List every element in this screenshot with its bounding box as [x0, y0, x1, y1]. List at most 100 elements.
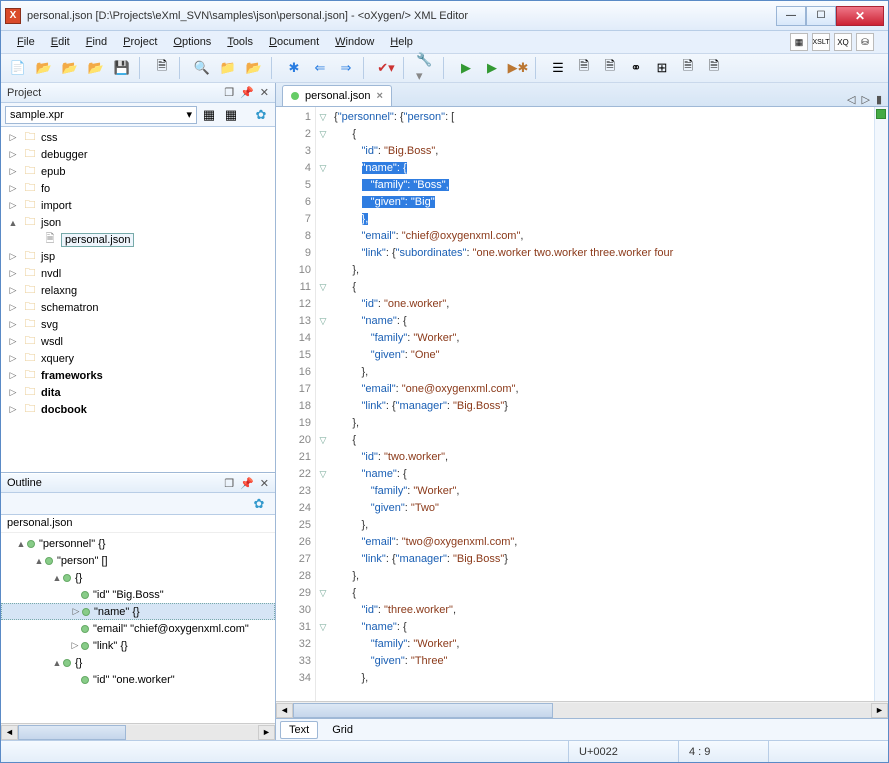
open-icon[interactable]: 📂: [33, 57, 55, 79]
tree-item[interactable]: ▷🗀frameworks: [1, 367, 275, 384]
tab-close-icon[interactable]: ×: [376, 90, 382, 102]
insert-icon[interactable]: ✱: [283, 57, 305, 79]
tree-item[interactable]: ▲🗀json: [1, 214, 275, 231]
link-icon[interactable]: ⚭: [625, 57, 647, 79]
maximize-button[interactable]: ☐: [806, 6, 836, 26]
find2-icon[interactable]: 📂: [243, 57, 265, 79]
menu-project[interactable]: Project: [115, 33, 165, 51]
tree-item[interactable]: ▷🗀svg: [1, 316, 275, 333]
tab-next-icon[interactable]: ▷: [861, 93, 869, 106]
transform-icon[interactable]: 🔧▾: [415, 57, 437, 79]
tab-status-icon: [291, 92, 299, 100]
main-toolbar: 📄 📂 📂 📂 💾 🗎 🔍 📁 📂 ✱ ⇐ ⇒ ✔▾ 🔧▾ ▶ ▶ ▶✱ ☰ 🗎…: [1, 53, 888, 83]
validation-ok-icon: [876, 109, 886, 119]
minimize-button[interactable]: —: [776, 6, 806, 26]
outline-item[interactable]: "id" "one.worker": [1, 671, 275, 688]
code-area[interactable]: {"personnel": {"person": [ { "id": "Big.…: [330, 107, 874, 701]
menubar: FileEditFindProjectOptionsToolsDocumentW…: [1, 31, 888, 53]
outline-item[interactable]: "id" "Big.Boss": [1, 586, 275, 603]
outline-item[interactable]: ▷"name" {}: [1, 603, 275, 620]
tree-item[interactable]: ▷🗀css: [1, 129, 275, 146]
code-editor[interactable]: 1234567891011121314151617181920212223242…: [276, 107, 888, 701]
forward-icon[interactable]: ⇒: [335, 57, 357, 79]
search-icon[interactable]: 🔍: [191, 57, 213, 79]
tree-icon[interactable]: ⊞: [651, 57, 673, 79]
save-icon[interactable]: 💾: [111, 57, 133, 79]
db-icon[interactable]: ⛁: [856, 33, 874, 51]
new-icon[interactable]: 📄: [7, 57, 29, 79]
menu-find[interactable]: Find: [78, 33, 115, 51]
tree-item[interactable]: ▷🗀schematron: [1, 299, 275, 316]
project-panel-title: Project: [7, 87, 41, 99]
open2-icon[interactable]: 📂: [59, 57, 81, 79]
mode-grid-tab[interactable]: Grid: [324, 722, 361, 738]
outline-gear-icon[interactable]: ✿: [249, 495, 269, 513]
menu-edit[interactable]: Edit: [43, 33, 78, 51]
outline-item[interactable]: ▲"personnel" {}: [1, 535, 275, 552]
editor-tab[interactable]: personal.json ×: [282, 85, 392, 106]
debug-icon[interactable]: ▶✱: [507, 57, 529, 79]
validate-icon[interactable]: ✔▾: [375, 57, 397, 79]
panel-pin-icon[interactable]: 📌: [240, 86, 254, 99]
doc1-icon[interactable]: 🗎: [573, 57, 595, 79]
menu-help[interactable]: Help: [382, 33, 421, 51]
panel-restore-icon[interactable]: ❐: [224, 86, 234, 99]
tree-item[interactable]: 🗎personal.json: [1, 231, 275, 248]
tree-item[interactable]: ▷🗀wsdl: [1, 333, 275, 350]
window-title: personal.json [D:\Projects\eXml_SVN\samp…: [27, 10, 776, 22]
panel-close-icon[interactable]: ✕: [260, 86, 269, 99]
tab-label: personal.json: [305, 90, 370, 102]
overview-ruler: [874, 107, 888, 701]
editor-hscroll[interactable]: ◄►: [276, 701, 888, 718]
project-gear-icon[interactable]: ✿: [251, 106, 271, 124]
menu-file[interactable]: File: [9, 33, 43, 51]
perspective-icon[interactable]: ▦: [790, 33, 808, 51]
tab-list-icon[interactable]: ▮: [876, 93, 882, 106]
indent-icon[interactable]: ☰: [547, 57, 569, 79]
doc3-icon[interactable]: 🗎: [677, 57, 699, 79]
open3-icon[interactable]: 📂: [85, 57, 107, 79]
outline-hscroll[interactable]: ◄►: [1, 723, 275, 740]
xslt-icon[interactable]: XSLT: [812, 33, 830, 51]
tree-item[interactable]: ▷🗀xquery: [1, 350, 275, 367]
tree-item[interactable]: ▷🗀nvdl: [1, 265, 275, 282]
tree-item[interactable]: ▷🗀dita: [1, 384, 275, 401]
tree-item[interactable]: ▷🗀jsp: [1, 248, 275, 265]
outline-item[interactable]: ▲{}: [1, 654, 275, 671]
outline-item[interactable]: ▲{}: [1, 569, 275, 586]
doc2-icon[interactable]: 🗎: [599, 57, 621, 79]
doc4-icon[interactable]: 🗎: [703, 57, 725, 79]
tree-item[interactable]: ▷🗀debugger: [1, 146, 275, 163]
outline-item[interactable]: ▷"link" {}: [1, 637, 275, 654]
outline-pin-icon[interactable]: 📌: [240, 477, 254, 490]
back-icon[interactable]: ⇐: [309, 57, 331, 79]
outline-item[interactable]: ▲"person" []: [1, 552, 275, 569]
fold-gutter[interactable]: ▽▽ ▽ ▽ ▽ ▽ ▽ ▽ ▽: [316, 107, 330, 701]
menu-tools[interactable]: Tools: [219, 33, 261, 51]
outline-item[interactable]: "email" "chief@oxygenxml.com": [1, 620, 275, 637]
titlebar: X personal.json [D:\Projects\eXml_SVN\sa…: [1, 1, 888, 31]
tree-item[interactable]: ▷🗀docbook: [1, 401, 275, 418]
tree-item[interactable]: ▷🗀epub: [1, 163, 275, 180]
project-btn1-icon[interactable]: ▦: [199, 106, 219, 124]
tree-item[interactable]: ▷🗀fo: [1, 180, 275, 197]
run2-icon[interactable]: ▶: [481, 57, 503, 79]
tree-item[interactable]: ▷🗀import: [1, 197, 275, 214]
mode-text-tab[interactable]: Text: [280, 721, 318, 739]
project-btn2-icon[interactable]: ▦: [221, 106, 241, 124]
project-file-combo[interactable]: sample.xpr ▾: [5, 106, 197, 124]
menu-document[interactable]: Document: [261, 33, 327, 51]
run-icon[interactable]: ▶: [455, 57, 477, 79]
find-icon[interactable]: 📁: [217, 57, 239, 79]
outline-tree[interactable]: ▲"personnel" {}▲"person" []▲{}"id" "Big.…: [1, 533, 275, 723]
close-button[interactable]: ✕: [836, 6, 884, 26]
tab-prev-icon[interactable]: ◁: [847, 93, 855, 106]
file-a-icon[interactable]: 🗎: [151, 57, 173, 79]
outline-restore-icon[interactable]: ❐: [224, 477, 234, 490]
project-tree[interactable]: ▷🗀css▷🗀debugger▷🗀epub▷🗀fo▷🗀import▲🗀json🗎…: [1, 127, 275, 473]
outline-close-icon[interactable]: ✕: [260, 477, 269, 490]
xq-icon[interactable]: XQ: [834, 33, 852, 51]
menu-window[interactable]: Window: [327, 33, 382, 51]
menu-options[interactable]: Options: [165, 33, 219, 51]
tree-item[interactable]: ▷🗀relaxng: [1, 282, 275, 299]
